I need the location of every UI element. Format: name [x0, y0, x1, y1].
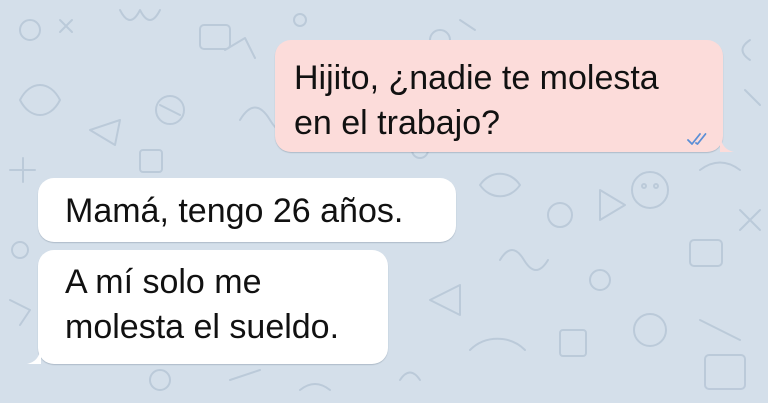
- outgoing-bubble-tail: [720, 136, 734, 152]
- message-text-line: Mamá, tengo 26 años.: [65, 192, 404, 230]
- double-check-read-icon: [687, 133, 707, 145]
- message-text-line: en el trabajo?: [294, 104, 501, 142]
- message-text-line: molesta el sueldo.: [65, 308, 340, 346]
- message-text-line: Hijito, ¿nadie te molesta: [294, 59, 659, 97]
- incoming-message-bubble[interactable]: Mamá, tengo 26 años.: [38, 178, 456, 242]
- message-text-line: A mí solo me: [65, 263, 262, 301]
- incoming-bubble-tail: [27, 348, 41, 364]
- incoming-message-bubble[interactable]: A mí solo me molesta el sueldo.: [27, 250, 388, 364]
- outgoing-message-bubble[interactable]: Hijito, ¿nadie te molesta en el trabajo?: [275, 40, 734, 152]
